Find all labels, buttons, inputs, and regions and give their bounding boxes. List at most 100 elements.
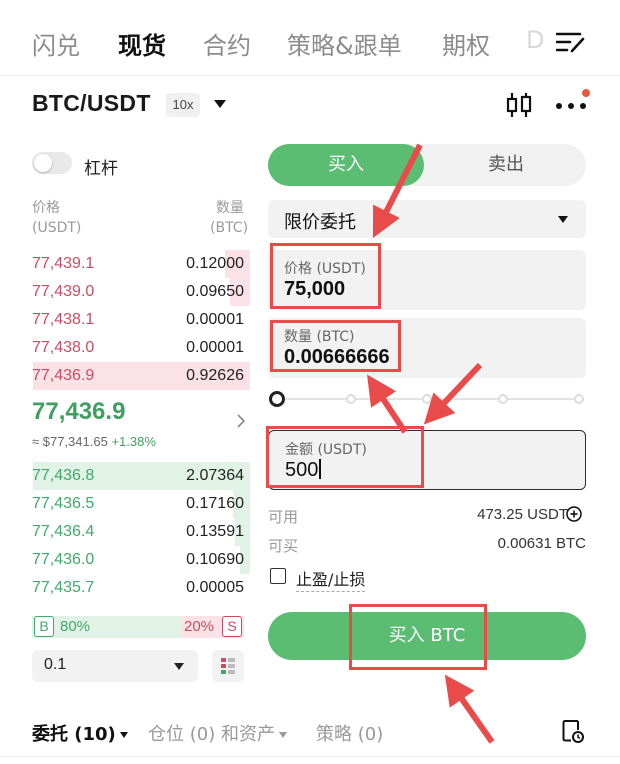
ask-row[interactable]: 77,439.0 0.09650 <box>0 278 250 306</box>
bid-row[interactable]: 77,436.5 0.17160 <box>0 490 250 518</box>
chevron-down-icon <box>119 732 128 738</box>
tab-orders-label: 委托 (10) <box>32 724 116 745</box>
ask-price: 77,436.9 <box>32 367 95 384</box>
chevron-down-icon <box>558 216 568 223</box>
tab-positions-label: 仓位 (0) 和资产 <box>148 724 275 745</box>
order-type-select[interactable]: 限价委托 <box>268 200 586 238</box>
available-label: 可用 <box>268 508 299 526</box>
tab-futures[interactable]: 合约 <box>203 26 251 61</box>
ask-qty: 0.00001 <box>186 339 244 356</box>
bid-row[interactable]: 77,436.4 0.13591 <box>0 518 250 546</box>
orderbook-layout-icon <box>221 658 235 674</box>
slider-node[interactable] <box>498 394 508 404</box>
bid-qty: 0.10690 <box>186 551 244 568</box>
bid-row[interactable]: 77,435.7 0.00005 <box>0 574 250 602</box>
tab-options[interactable]: 期权 <box>442 26 490 61</box>
orderbook-price-header: 价格 (USDT) <box>32 198 81 238</box>
chevron-down-icon[interactable] <box>214 100 226 108</box>
tab-positions-assets[interactable]: 仓位 (0) 和资产 <box>148 720 287 746</box>
highlight-amount-box <box>266 426 424 488</box>
bid-price: 77,436.5 <box>32 495 95 512</box>
chevron-down-icon <box>278 732 287 738</box>
header-unit: (BTC) <box>210 220 249 236</box>
header-unit: (USDT) <box>32 220 82 236</box>
orderbook-qty-header: 数量 (BTC) <box>210 198 249 238</box>
slider-knob[interactable] <box>269 391 285 407</box>
fiat-value: ≈ $77,341.65 <box>32 434 108 449</box>
toggle-knob <box>34 154 52 172</box>
divider <box>0 756 620 757</box>
depth-precision-select[interactable]: 0.1 <box>32 650 198 682</box>
market-tabs: 闪兑 现货 合约 策略&跟单 期权 D <box>0 0 620 76</box>
highlight-quantity-box <box>270 320 401 372</box>
more-options-icon[interactable] <box>555 102 587 110</box>
bid-qty: 0.13591 <box>186 523 244 540</box>
chevron-right-icon[interactable] <box>236 413 246 429</box>
buy-ratio-bar <box>32 616 182 638</box>
notification-dot <box>582 89 590 97</box>
bid-price: 77,436.4 <box>32 523 95 540</box>
ask-qty: 0.92626 <box>186 367 244 384</box>
bid-price: 77,436.0 <box>32 551 95 568</box>
tab-more-partial[interactable]: D <box>526 26 544 54</box>
ask-qty: 0.09650 <box>186 283 244 300</box>
sell-percent: 20% <box>184 618 215 635</box>
price-change: +1.38% <box>111 434 156 449</box>
buy-tab[interactable]: 买入 <box>268 144 424 186</box>
ask-row[interactable]: 77,438.0 0.00001 <box>0 334 250 362</box>
ask-row[interactable]: 77,436.9 0.92626 <box>0 362 250 390</box>
header-line: 价格 <box>32 200 60 216</box>
header-line: 数量 <box>216 200 244 216</box>
amount-slider[interactable] <box>268 390 586 408</box>
ask-qty: 0.12000 <box>186 255 244 272</box>
leverage-badge: 10x <box>166 93 200 117</box>
ask-price: 77,439.1 <box>32 255 95 272</box>
can-buy-value: 0.00631 BTC <box>497 535 586 552</box>
bid-qty: 0.17160 <box>186 495 244 512</box>
trading-pair[interactable]: BTC/USDT <box>32 90 151 117</box>
ask-qty: 0.00001 <box>186 311 244 328</box>
ask-row[interactable]: 77,438.1 0.00001 <box>0 306 250 334</box>
tab-spot[interactable]: 现货 <box>118 26 166 61</box>
orderbook-layout-button[interactable] <box>212 650 244 682</box>
menu-edit-icon[interactable] <box>556 30 586 54</box>
bid-row[interactable]: 77,436.8 2.07364 <box>0 462 250 490</box>
slider-node[interactable] <box>346 394 356 404</box>
bid-qty: 2.07364 <box>186 467 244 484</box>
tpsl-label[interactable]: 止盈/止损 <box>296 566 366 592</box>
available-value: 473.25 USDT <box>477 506 568 523</box>
slider-node[interactable] <box>422 394 432 404</box>
tab-orders[interactable]: 委托 (10) <box>32 720 128 746</box>
arrow-to-buy-button <box>444 674 495 744</box>
leverage-toggle-label: 杠杆 <box>84 159 118 179</box>
bid-qty: 0.00005 <box>186 579 244 596</box>
tab-strategies[interactable]: 策略 (0) <box>316 720 383 746</box>
add-funds-icon[interactable] <box>566 506 582 522</box>
bid-price: 77,435.7 <box>32 579 95 596</box>
bid-price: 77,436.8 <box>32 467 95 484</box>
candlestick-chart-icon[interactable] <box>505 90 533 120</box>
last-price[interactable]: 77,436.9 <box>32 398 125 426</box>
bid-row[interactable]: 77,436.0 0.10690 <box>0 546 250 574</box>
last-price-fiat: ≈ $77,341.65 +1.38% <box>32 434 156 449</box>
tpsl-checkbox[interactable] <box>270 568 286 584</box>
depth-precision-value: 0.1 <box>44 656 67 673</box>
buy-badge: B <box>34 616 54 637</box>
tab-swap[interactable]: 闪兑 <box>32 26 80 61</box>
ask-price: 77,438.1 <box>32 311 95 328</box>
sell-tab[interactable]: 卖出 <box>428 144 584 186</box>
order-history-icon[interactable] <box>560 718 586 744</box>
order-type-value: 限价委托 <box>284 212 356 233</box>
highlight-price-box <box>270 243 381 309</box>
sell-badge: S <box>222 616 242 637</box>
tab-strategy-copy[interactable]: 策略&跟单 <box>287 26 402 61</box>
ask-price: 77,438.0 <box>32 339 95 356</box>
buy-percent: 80% <box>60 618 91 635</box>
highlight-buy-button-box <box>349 604 487 670</box>
ask-row[interactable]: 77,439.1 0.12000 <box>0 250 250 278</box>
leverage-toggle[interactable] <box>32 152 72 174</box>
ask-price: 77,439.0 <box>32 283 95 300</box>
slider-node[interactable] <box>574 394 584 404</box>
buy-sell-toggle: 买入 卖出 <box>268 144 586 186</box>
can-buy-label: 可买 <box>268 537 299 555</box>
